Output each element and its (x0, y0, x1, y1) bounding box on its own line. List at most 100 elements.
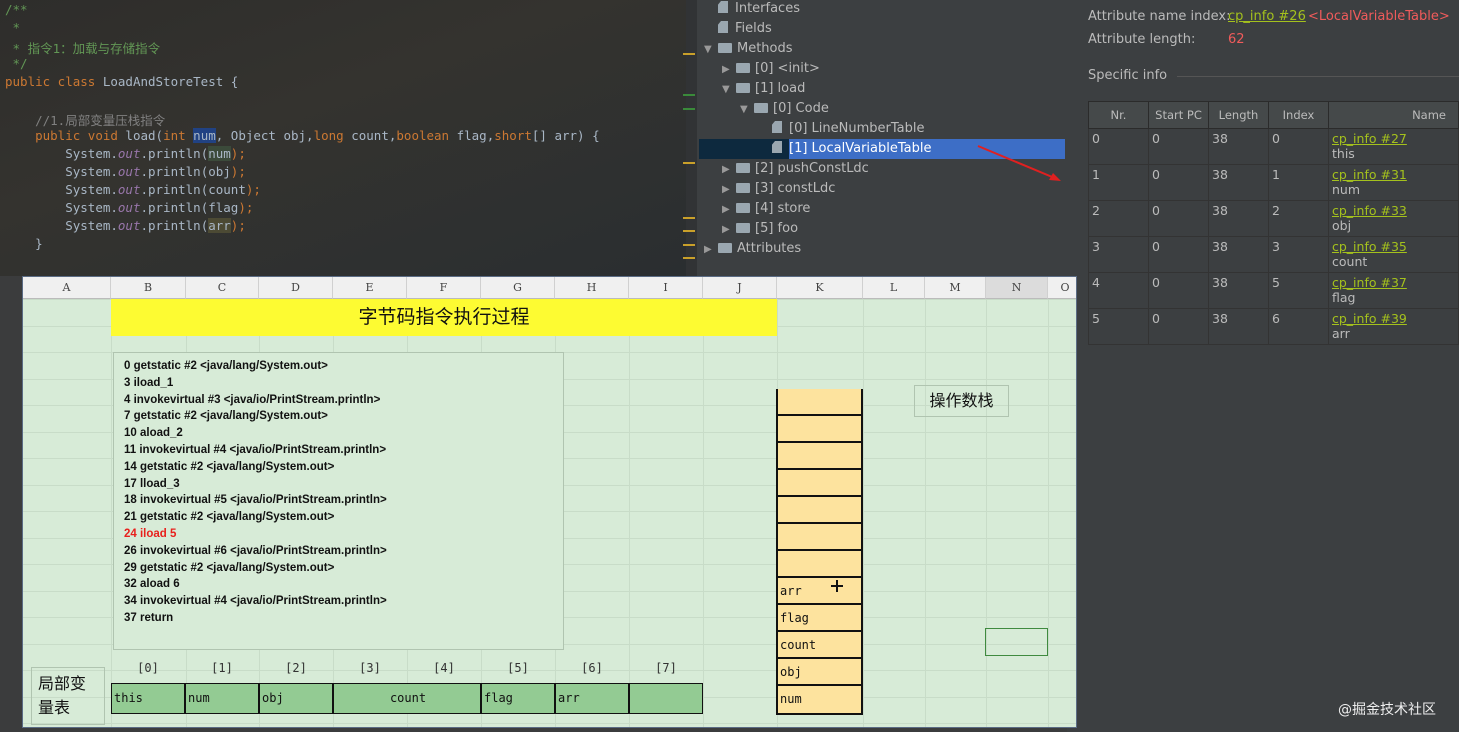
column-header[interactable]: A (23, 277, 111, 299)
table-row: 2 0 38 2 cp_info #33 obj (1088, 200, 1459, 237)
cp-info-link[interactable]: cp_info #27 (1332, 131, 1455, 146)
tree-item-label: [5] foo (755, 221, 799, 236)
tree-item-label: Methods (737, 41, 793, 56)
table-row: 5 0 38 6 cp_info #39 arr (1088, 308, 1459, 345)
attr-name-index-link[interactable]: cp_info #26 (1228, 9, 1306, 24)
column-header[interactable]: O (1048, 277, 1076, 299)
sheet-title: 字节码指令执行过程 (111, 299, 777, 336)
cell-nr: 1 (1088, 164, 1149, 201)
column-header[interactable]: D (259, 277, 333, 299)
watermark: @掘金技术社区 (1338, 702, 1436, 718)
tree-item-label: [3] constLdc (755, 181, 836, 196)
col-name[interactable]: Name (1328, 101, 1459, 129)
tree-item-label: Fields (735, 21, 772, 36)
folder-icon (736, 163, 750, 173)
chevron-right-icon[interactable]: ▶ (722, 60, 736, 80)
code-line-println: System.out.println(arr); (65, 218, 246, 233)
tree-item[interactable]: ▶ [0] <init> (722, 59, 820, 79)
col-length[interactable]: Length (1208, 101, 1269, 129)
tree-item-label: [4] store (755, 201, 811, 216)
cell-idx: 1 (1268, 164, 1329, 201)
chevron-right-icon[interactable]: ▶ (704, 240, 718, 260)
instruction-line: 3 iload_1 (124, 376, 174, 389)
stack-slot (776, 416, 863, 443)
cell-len: 38 (1208, 200, 1269, 237)
column-header[interactable]: M (925, 277, 986, 299)
tree-item[interactable]: Interfaces (704, 0, 800, 19)
selected-cell[interactable] (985, 628, 1048, 656)
chevron-right-icon[interactable]: ▶ (722, 180, 736, 200)
gridline (1048, 299, 1049, 727)
code-line: * 指令1：加载与存储指令 (5, 41, 161, 56)
column-header[interactable]: G (481, 277, 555, 299)
chevron-right-icon[interactable]: ▶ (722, 160, 736, 180)
stack-slot: arr (776, 578, 863, 605)
tree-item[interactable]: [1] LocalVariableTable (758, 139, 932, 159)
column-header[interactable]: L (863, 277, 925, 299)
column-header[interactable]: E (333, 277, 407, 299)
tree-item[interactable]: Fields (704, 19, 772, 39)
chevron-down-icon[interactable]: ▼ (740, 100, 754, 120)
instruction-line: 17 lload_3 (124, 477, 180, 490)
var-name: obj (1332, 218, 1352, 233)
tree-item[interactable]: ▶ [4] store (722, 199, 810, 219)
stack-slot: flag (776, 605, 863, 632)
file-icon (772, 141, 782, 153)
col-start-pc[interactable]: Start PC (1148, 101, 1209, 129)
cp-info-link[interactable]: cp_info #35 (1332, 239, 1455, 254)
lv-cell: flag (481, 683, 555, 714)
cursor-crosshair-icon (831, 580, 843, 592)
code-brace: } (35, 236, 43, 251)
cell-nr: 5 (1088, 308, 1149, 345)
cell-idx: 6 (1268, 308, 1329, 345)
tree-item[interactable]: ▼ [1] load (722, 79, 805, 99)
column-header[interactable]: J (703, 277, 777, 299)
tree-item[interactable]: ▼ Methods (704, 39, 793, 59)
tree-item[interactable]: ▶ Attributes (704, 239, 801, 259)
column-header[interactable]: H (555, 277, 629, 299)
tree-item[interactable]: ▶ [2] pushConstLdc (722, 159, 869, 179)
cp-info-link[interactable]: cp_info #33 (1332, 203, 1455, 218)
cell-idx: 0 (1268, 128, 1329, 165)
cp-info-link[interactable]: cp_info #37 (1332, 275, 1455, 290)
cp-info-link[interactable]: cp_info #39 (1332, 311, 1455, 326)
cell-idx: 5 (1268, 272, 1329, 309)
column-header[interactable]: I (629, 277, 703, 299)
cp-info-link[interactable]: cp_info #31 (1332, 167, 1455, 182)
operand-stack-label: 操作数栈 (914, 385, 1009, 417)
tree-item[interactable]: ▼ [0] Code (740, 99, 829, 119)
cell-len: 38 (1208, 236, 1269, 273)
tree-item[interactable]: ▶ [5] foo (722, 219, 798, 239)
column-header[interactable]: F (407, 277, 481, 299)
editor-scrollbar[interactable] (686, 0, 697, 276)
file-icon (718, 1, 728, 13)
col-index[interactable]: Index (1268, 101, 1329, 129)
tree-item[interactable]: [0] LineNumberTable (758, 119, 924, 139)
lv-index: [1] (211, 661, 233, 675)
column-header[interactable]: C (186, 277, 259, 299)
column-header[interactable]: K (777, 277, 863, 299)
cell-name: cp_info #39 arr (1328, 308, 1459, 345)
table-row: 3 0 38 3 cp_info #35 count (1088, 236, 1459, 273)
chevron-right-icon[interactable]: ▶ (722, 200, 736, 220)
cell-start: 0 (1148, 164, 1209, 201)
lv-index: [0] (137, 661, 159, 675)
chevron-right-icon[interactable]: ▶ (722, 220, 736, 240)
column-header[interactable]: B (111, 277, 186, 299)
cell-len: 38 (1208, 164, 1269, 201)
code-line-class: public class LoadAndStoreTest { (5, 74, 239, 89)
lv-index: [3] (359, 661, 381, 675)
column-header[interactable]: N (986, 277, 1048, 299)
code-line-println: System.out.println(flag); (65, 200, 254, 215)
code-editor[interactable]: /** * * 指令1：加载与存储指令 */ public class Load… (0, 0, 697, 276)
chevron-down-icon[interactable]: ▼ (722, 80, 736, 100)
table-row: 1 0 38 1 cp_info #31 num (1088, 164, 1459, 201)
instruction-line: 11 invokevirtual #4 <java/io/PrintStream… (124, 443, 387, 456)
cell-name: cp_info #37 flag (1328, 272, 1459, 309)
tree-item[interactable]: ▶ [3] constLdc (722, 179, 835, 199)
gridline (703, 299, 704, 727)
spreadsheet[interactable]: ABCDEFGHIJKLMNO 字节码指令执行过程 0 getstatic #2… (22, 276, 1077, 728)
col-nr[interactable]: Nr. (1088, 101, 1149, 129)
folder-icon (754, 103, 768, 113)
chevron-down-icon[interactable]: ▼ (704, 40, 718, 60)
